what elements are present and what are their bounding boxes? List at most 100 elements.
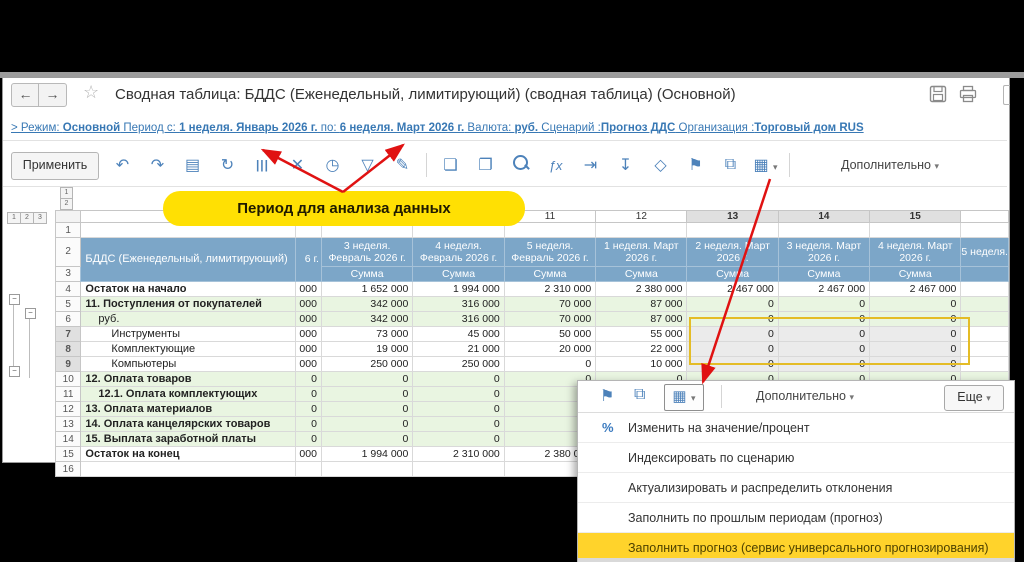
row-number[interactable]: 16 [56, 462, 81, 477]
row-number[interactable]: 8 [56, 342, 81, 357]
value-cell[interactable]: 342 000 [321, 297, 412, 312]
row-label[interactable]: 13. Оплата материалов [81, 402, 296, 417]
value-cell[interactable]: 0 [321, 432, 412, 447]
cell-arrow-icon[interactable]: ⇥ [573, 155, 608, 175]
param-segment[interactable]: > Режим: [11, 122, 63, 134]
row-label[interactable]: 15. Выплата заработной платы [81, 432, 296, 447]
clipped-column-header[interactable]: 6 г. [296, 238, 322, 282]
value-cell[interactable]: 1 994 000 [413, 282, 504, 297]
col-group-level-1-button[interactable]: 1 [7, 212, 21, 224]
value-cell[interactable]: 2 467 000 [778, 282, 869, 297]
pull-down-icon[interactable]: ↧ [608, 155, 643, 175]
fill-calculator-button-pressed[interactable]: ▦ ▾ [664, 384, 704, 411]
more-menu-button[interactable]: Дополнительно ▾ [841, 158, 939, 172]
row-number[interactable]: 1 [56, 223, 81, 238]
clear-x-icon[interactable]: ✕ [280, 155, 315, 175]
param-segment[interactable]: Прогноз ДДС [601, 122, 676, 134]
row-number[interactable]: 14 [56, 432, 81, 447]
apply-button[interactable]: Применить [11, 152, 99, 180]
eraser-diamond-icon[interactable]: ◇ [643, 155, 678, 175]
value-cell[interactable]: 0 [296, 402, 322, 417]
value-cell[interactable]: 000 [296, 357, 322, 372]
column-number[interactable]: 12 [596, 211, 687, 223]
comment-flag-icon[interactable]: ⚑ [678, 155, 713, 175]
value-cell[interactable]: 70 000 [504, 312, 595, 327]
value-cell[interactable]: 0 [778, 297, 869, 312]
menu-item[interactable]: Заполнить по прошлым периодам (прогноз) [578, 503, 1014, 532]
menu-item[interactable]: Актуализировать и распределить отклонени… [578, 473, 1014, 502]
row-number[interactable]: 2 [56, 238, 81, 267]
formula-fx-icon[interactable]: ƒx [538, 158, 573, 173]
value-cell[interactable]: 2 310 000 [504, 282, 595, 297]
row-label[interactable]: 12. Оплата товаров [81, 372, 296, 387]
value-cell[interactable]: 21 000 [413, 342, 504, 357]
value-cell[interactable]: 0 [413, 432, 504, 447]
value-cell[interactable]: 0 [413, 417, 504, 432]
value-cell[interactable]: 0 [296, 372, 322, 387]
row-number[interactable]: 11 [56, 387, 81, 402]
param-segment[interactable]: Организация : [675, 122, 754, 134]
value-cell[interactable]: 316 000 [413, 297, 504, 312]
period-column-header[interactable]: 5 неделя.Февраль 2026 г. [504, 238, 595, 267]
param-segment[interactable]: Валюта: [464, 122, 514, 134]
param-segment[interactable]: руб. [515, 122, 539, 134]
value-cell[interactable]: 0 [296, 417, 322, 432]
layers-icon[interactable]: ⧉ [634, 386, 645, 404]
params-line[interactable]: > Режим: Основной Период с: 1 неделя. Ян… [11, 122, 991, 134]
menu-item[interactable]: Индексировать по сценарию [578, 443, 1014, 472]
value-cell[interactable]: 1 994 000 [321, 447, 412, 462]
value-cell[interactable]: 2 467 000 [687, 282, 778, 297]
value-cell[interactable]: 0 [413, 387, 504, 402]
value-cell[interactable]: 000 [296, 327, 322, 342]
nav-forward-button[interactable]: → [38, 83, 67, 107]
column-number[interactable]: 15 [870, 211, 961, 223]
popup-more-menu-button[interactable]: Дополнительно ▾ [756, 389, 854, 403]
period-column-header[interactable]: 1 неделя. Март2026 г. [596, 238, 687, 267]
value-cell[interactable]: 87 000 [596, 297, 687, 312]
fill-calculator-icon[interactable]: ▦ ▾ [748, 155, 783, 175]
report-icon[interactable]: ▤ [175, 155, 210, 175]
period-column-header[interactable]: 3 неделя.Февраль 2026 г. [321, 238, 412, 267]
undo-icon[interactable]: ↶ [105, 155, 140, 175]
grid-cell[interactable] [596, 223, 687, 238]
column-number[interactable] [961, 211, 1009, 223]
row-label[interactable]: 11. Поступления от покупателей [81, 297, 296, 312]
param-segment[interactable]: по: [318, 122, 340, 134]
value-cell[interactable]: 316 000 [413, 312, 504, 327]
row-number[interactable]: 7 [56, 327, 81, 342]
value-cell[interactable]: 20 000 [504, 342, 595, 357]
row-label[interactable]: Компьютеры [81, 357, 296, 372]
col-group-level-2-button[interactable]: 2 [20, 212, 34, 224]
value-cell[interactable]: 2 467 000 [870, 282, 961, 297]
value-cell[interactable]: 0 [296, 432, 322, 447]
row-label[interactable]: Инструменты [81, 327, 296, 342]
row-group-level-2-button[interactable]: 2 [60, 198, 73, 210]
value-cell[interactable]: 19 000 [321, 342, 412, 357]
value-cell[interactable] [296, 462, 322, 477]
period-column-header[interactable]: 5 неделя. [961, 238, 1009, 267]
value-cell[interactable]: 73 000 [321, 327, 412, 342]
param-segment[interactable]: Основной [63, 122, 120, 134]
value-cell[interactable]: 1 652 000 [321, 282, 412, 297]
period-column-header[interactable]: 4 неделя. Март2026 г. [870, 238, 961, 267]
grid-cell[interactable] [504, 223, 595, 238]
value-cell[interactable]: 000 [296, 447, 322, 462]
menu-item[interactable]: %Изменить на значение/процент [578, 413, 1014, 442]
value-cell[interactable]: 342 000 [321, 312, 412, 327]
value-cell[interactable]: 0 [321, 417, 412, 432]
value-cell[interactable]: 2 380 000 [596, 282, 687, 297]
value-cell[interactable]: 0 [504, 357, 595, 372]
col-group-level-3-button[interactable]: 3 [33, 212, 47, 224]
column-number[interactable]: 13 [687, 211, 778, 223]
period-column-header[interactable]: 4 неделя.Февраль 2026 г. [413, 238, 504, 267]
value-cell[interactable] [413, 462, 504, 477]
period-column-header[interactable]: 2 неделя. Март2026 г. [687, 238, 778, 267]
nav-back-button[interactable]: ← [11, 83, 40, 107]
value-cell[interactable]: 0 [296, 387, 322, 402]
value-cell[interactable]: 000 [296, 342, 322, 357]
grid-cell[interactable] [687, 223, 778, 238]
collapse-group-icon[interactable]: − [9, 294, 20, 305]
value-cell[interactable]: 87 000 [596, 312, 687, 327]
collapse-group-icon[interactable]: − [25, 308, 36, 319]
param-segment[interactable]: 1 неделя. Январь 2026 г. [179, 122, 317, 134]
